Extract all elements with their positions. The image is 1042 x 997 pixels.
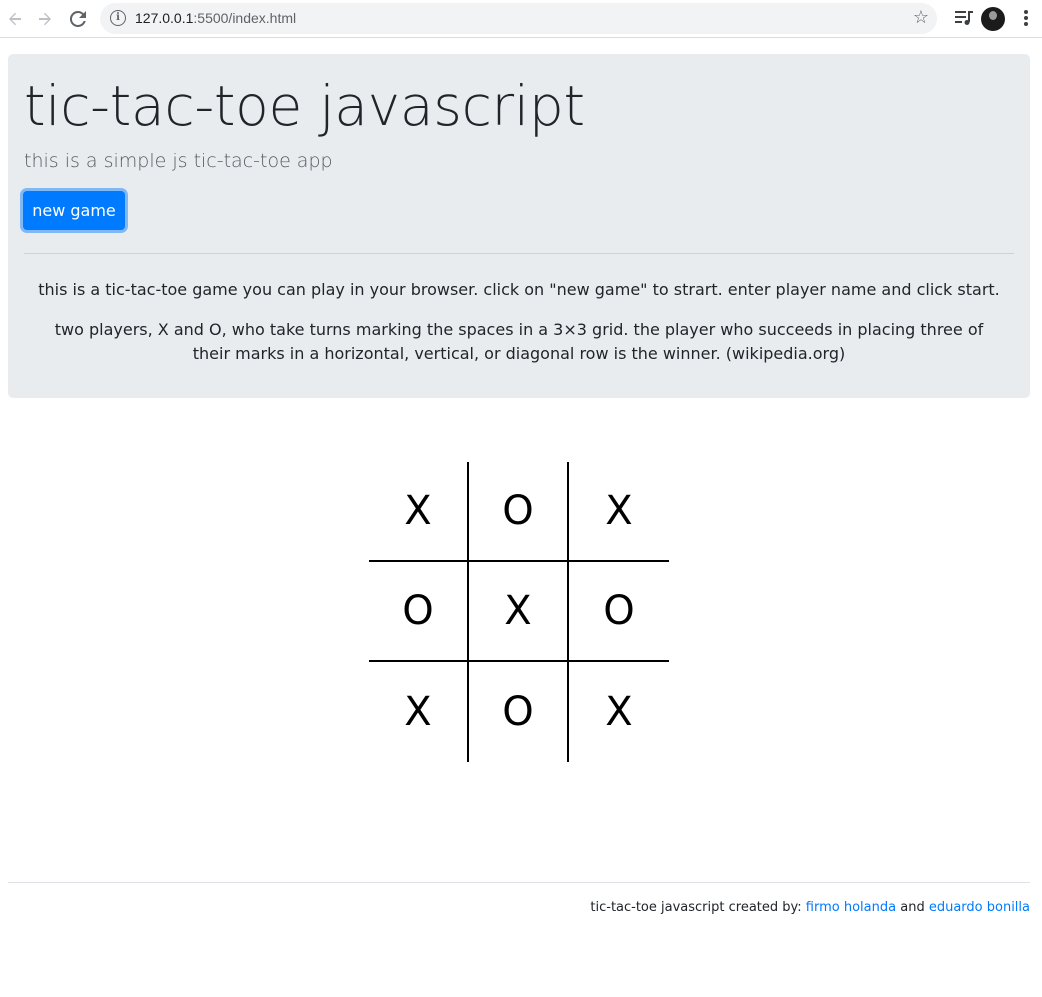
media-queue-icon[interactable]: [955, 10, 973, 26]
address-bar[interactable]: i 127.0.0.1:5500/index.html ☆: [100, 3, 937, 34]
new-game-button[interactable]: new game: [23, 191, 125, 230]
info-icon[interactable]: i: [110, 10, 126, 26]
board-cell[interactable]: O: [469, 462, 569, 562]
reload-icon[interactable]: [66, 7, 90, 31]
footer: tic-tac-toe javascript created by: firmo…: [590, 900, 1030, 915]
profile-avatar[interactable]: [981, 7, 1005, 31]
footer-credit-text: tic-tac-toe javascript created by:: [590, 900, 802, 915]
author-link-eduardo[interactable]: eduardo bonilla: [929, 900, 1030, 915]
board-cell[interactable]: X: [569, 462, 669, 562]
forward-arrow-icon[interactable]: [33, 7, 57, 31]
browser-toolbar: i 127.0.0.1:5500/index.html ☆: [0, 0, 1042, 38]
author-link-firmo[interactable]: firmo holanda: [806, 900, 896, 915]
board-cell[interactable]: X: [469, 562, 569, 662]
toolbar-right-icons: [942, 0, 1042, 38]
back-arrow-icon[interactable]: [3, 7, 27, 31]
more-menu-icon[interactable]: [1022, 9, 1030, 29]
instructions-text: this is a tic-tac-toe game you can play …: [38, 280, 1000, 299]
divider: [24, 253, 1014, 254]
game-board: X O X O X O X O X: [369, 462, 669, 762]
board-cell[interactable]: X: [369, 662, 469, 762]
intro-jumbotron: tic-tac-toe javascript this is a simple …: [8, 54, 1030, 398]
board-cell[interactable]: X: [369, 462, 469, 562]
rules-text: two players, X and O, who take turns mar…: [54, 320, 984, 363]
footer-and-text: and: [900, 900, 925, 915]
bookmark-star-icon[interactable]: ☆: [913, 7, 929, 28]
board-cell[interactable]: O: [469, 662, 569, 762]
board-cell[interactable]: O: [369, 562, 469, 662]
page-subtitle: this is a simple js tic-tac-toe app: [24, 150, 333, 172]
footer-divider: [8, 882, 1030, 883]
page-title: tic-tac-toe javascript: [24, 74, 585, 138]
url-text: 127.0.0.1:5500/index.html: [135, 10, 296, 26]
url-host: 127.0.0.1: [135, 10, 194, 26]
url-path: :5500/index.html: [193, 10, 297, 26]
board-cell[interactable]: O: [569, 562, 669, 662]
board-cell[interactable]: X: [569, 662, 669, 762]
